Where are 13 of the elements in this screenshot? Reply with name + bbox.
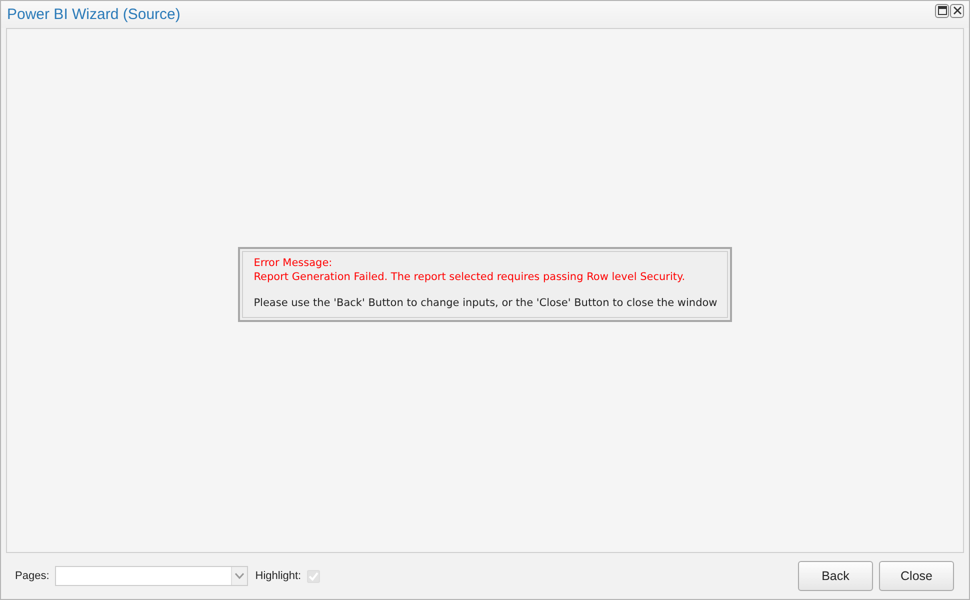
footer-button[interactable]: Close [879,561,954,591]
window-title: Power BI Wizard (Source) [7,6,180,23]
error-hint: Please use the 'Back' Button to change inputs, or the 'Close' Button to close the window [254,297,718,311]
error-heading: Error Message: [254,257,334,271]
error-message: Report Generation Failed. The report selected requires passing Row level Security. [254,270,686,284]
maximize-button[interactable] [935,4,949,18]
footer-button[interactable]: Back [798,561,873,591]
caret-icon [235,573,244,579]
close-button[interactable] [950,4,964,18]
maximize-icon [938,6,946,15]
pages-label: Pages: [15,570,50,582]
close-icon [952,6,962,15]
highlight-label: Highlight: [255,570,302,582]
